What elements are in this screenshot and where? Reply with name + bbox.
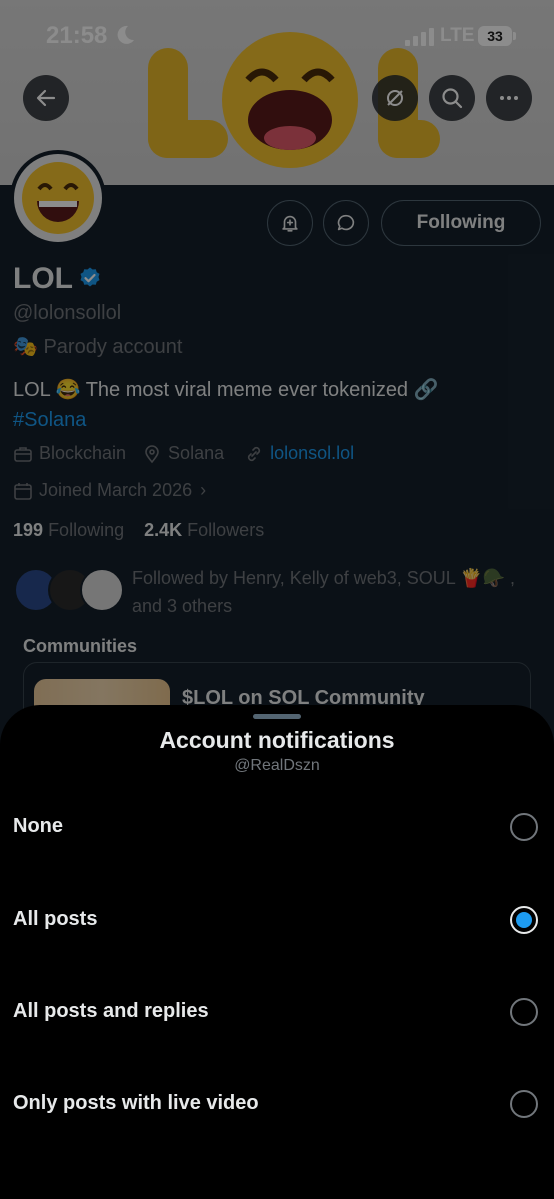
account-notifications-sheet: Account notifications @RealDszn None All… xyxy=(0,705,554,1199)
option-label: All posts xyxy=(13,908,98,930)
option-live-video[interactable]: Only posts with live video xyxy=(0,1072,554,1136)
sheet-title: Account notifications xyxy=(159,727,395,753)
option-none[interactable]: None xyxy=(0,795,554,859)
option-label: None xyxy=(13,815,63,837)
radio-button[interactable] xyxy=(510,1090,538,1118)
sheet-subtitle: @RealDszn xyxy=(234,757,320,774)
option-all-posts-and-replies[interactable]: All posts and replies xyxy=(0,980,554,1044)
sheet-grabber[interactable] xyxy=(253,714,301,719)
radio-button[interactable] xyxy=(510,998,538,1026)
radio-button-selected[interactable] xyxy=(510,906,538,934)
option-all-posts[interactable]: All posts xyxy=(0,888,554,952)
option-label: Only posts with live video xyxy=(13,1092,259,1114)
radio-button[interactable] xyxy=(510,813,538,841)
option-label: All posts and replies xyxy=(13,1000,209,1022)
